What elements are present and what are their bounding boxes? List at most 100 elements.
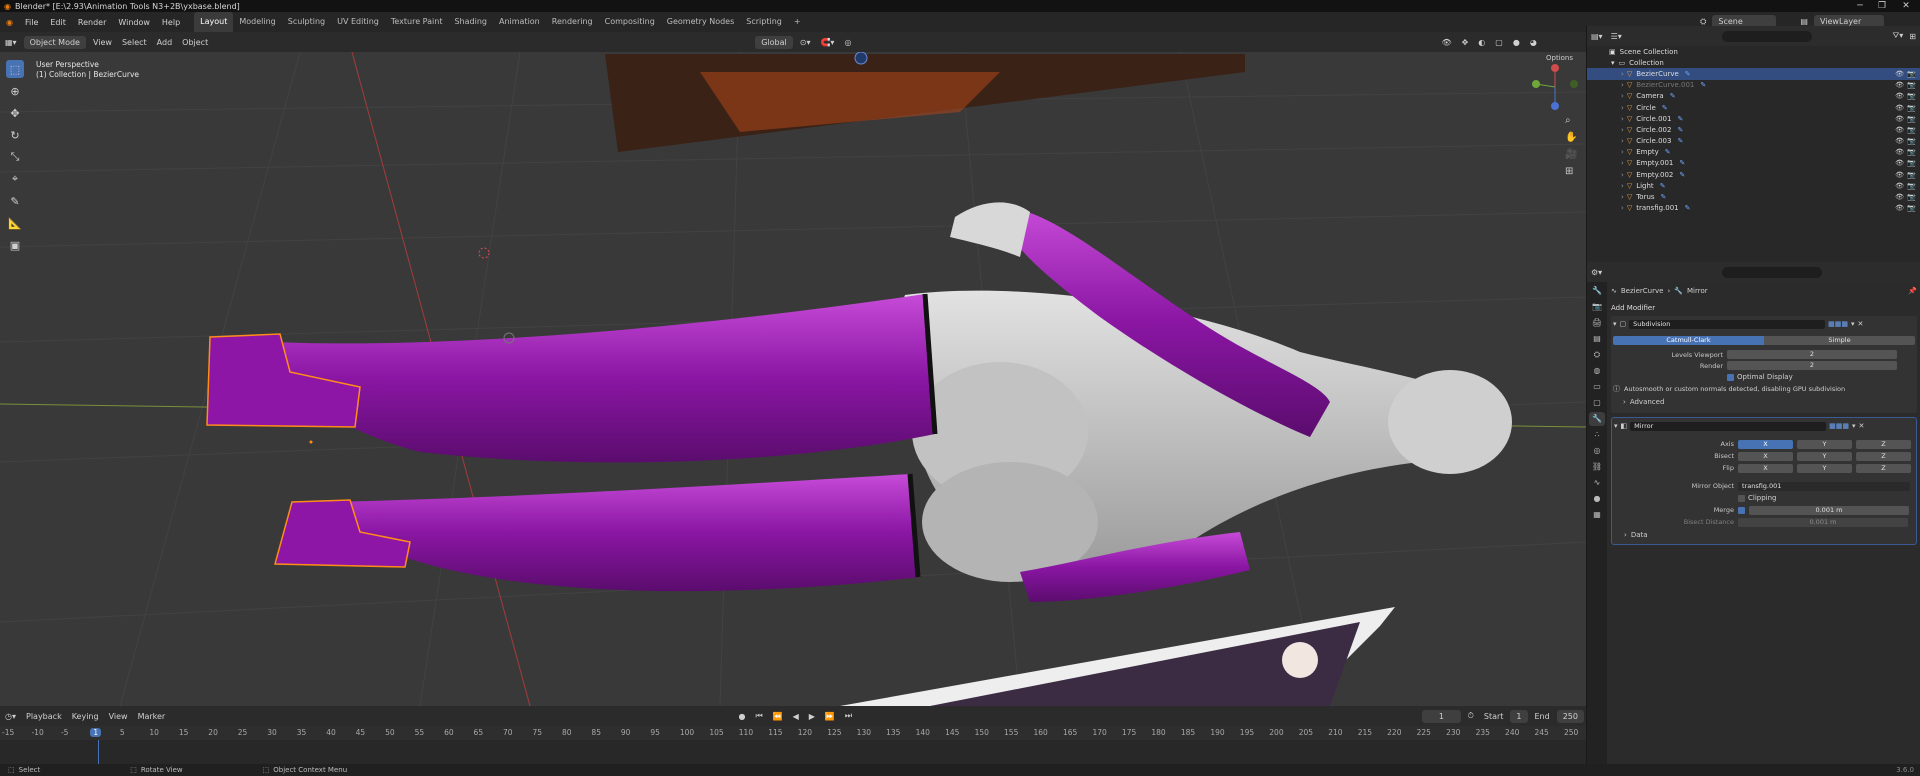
outliner-item[interactable]: › ▽ Light ✎ 👁 📷 bbox=[1587, 180, 1920, 191]
xray-icon[interactable]: ▢ bbox=[1490, 37, 1508, 48]
tab-geometry-nodes[interactable]: Geometry Nodes bbox=[661, 12, 740, 32]
snap-icon[interactable]: 🧲▾ bbox=[815, 37, 839, 48]
physics-tab-icon[interactable]: ◎ bbox=[1589, 444, 1605, 458]
visibility-eye-icon[interactable]: 👁 bbox=[1895, 104, 1904, 112]
menu-playback[interactable]: Playback bbox=[21, 711, 67, 722]
menu-render[interactable]: Render bbox=[72, 18, 112, 27]
visibility-eye-icon[interactable]: 👁 bbox=[1895, 137, 1904, 145]
boot-upper[interactable] bbox=[215, 294, 935, 463]
navigation-gizmo[interactable] bbox=[1530, 62, 1580, 112]
pivot-icon[interactable]: ⊙▾ bbox=[795, 37, 816, 48]
expand-icon[interactable]: › bbox=[1621, 137, 1624, 145]
merge-checkbox[interactable] bbox=[1738, 506, 1745, 514]
expand-icon[interactable]: › bbox=[1621, 81, 1624, 89]
prev-key-icon[interactable]: ⏪ bbox=[768, 711, 788, 722]
constraints-tab-icon[interactable]: ⛓ bbox=[1589, 460, 1605, 474]
remove-modifier-icon[interactable]: ✕ bbox=[1859, 422, 1865, 430]
measure-tool-icon[interactable]: 📐 bbox=[6, 214, 24, 232]
timeline-area[interactable]: -15 -10 -5 1 5 10 15 20 25 30 35 40 45 50 55 60 65 70 75 80… bbox=[0, 726, 1586, 764]
transform-orientation[interactable]: Global bbox=[755, 35, 793, 49]
move-tool-icon[interactable]: ✥ bbox=[6, 104, 24, 122]
expand-icon[interactable]: › bbox=[1621, 70, 1624, 78]
start-frame-field[interactable]: 1 bbox=[1510, 709, 1528, 723]
minimize-icon[interactable]: ─ bbox=[1850, 0, 1870, 12]
mode-selector[interactable]: Object Mode bbox=[23, 35, 86, 49]
outliner-item[interactable]: › ▽ BezierCurve.001 ✎ 👁 📷 bbox=[1587, 80, 1920, 91]
timeline-ruler[interactable]: -15 -10 -5 1 5 10 15 20 25 30 35 40 45 50 55 60 65 70 75 80… bbox=[0, 726, 1586, 740]
menu-file[interactable]: File bbox=[19, 18, 44, 27]
tab-compositing[interactable]: Compositing bbox=[599, 12, 661, 32]
modifier-tab-icon[interactable]: 🔧 bbox=[1589, 412, 1605, 426]
clipping-checkbox[interactable] bbox=[1738, 494, 1745, 502]
axis-x-toggle[interactable]: X bbox=[1738, 439, 1793, 449]
bisect-z-toggle[interactable]: Z bbox=[1856, 451, 1911, 461]
end-frame-field[interactable]: 250 bbox=[1556, 709, 1584, 723]
outliner-item[interactable]: › ▽ Circle.001 ✎ 👁 📷 bbox=[1587, 113, 1920, 124]
boot-lower[interactable] bbox=[295, 474, 920, 592]
timeline-editor-icon[interactable]: ◷▾ bbox=[0, 711, 21, 722]
outliner-item[interactable]: › ▽ Empty.002 ✎ 👁 📷 bbox=[1587, 169, 1920, 180]
visibility-eye-icon[interactable]: 👁 bbox=[1895, 70, 1904, 78]
pin-icon[interactable]: 📌 bbox=[1908, 287, 1917, 295]
data-subpanel[interactable]: › Data bbox=[1614, 528, 1914, 542]
tab-layout[interactable]: Layout bbox=[194, 12, 234, 32]
play-reverse-icon[interactable]: ◀ bbox=[788, 711, 804, 722]
visibility-eye-icon[interactable]: 👁 bbox=[1895, 182, 1904, 190]
menu-help[interactable]: Help bbox=[156, 18, 186, 27]
outliner-item[interactable]: › ▽ Circle.002 ✎ 👁 📷 bbox=[1587, 124, 1920, 135]
outliner-item[interactable]: › ▽ Circle ✎ 👁 📷 bbox=[1587, 102, 1920, 113]
menu-edit[interactable]: Edit bbox=[44, 18, 72, 27]
viewport-scene[interactable] bbox=[0, 32, 1586, 706]
rotate-tool-icon[interactable]: ↻ bbox=[6, 126, 24, 144]
outliner-item[interactable]: › ▽ Camera ✎ 👁 📷 bbox=[1587, 91, 1920, 102]
menu-view[interactable]: View bbox=[88, 37, 117, 48]
visibility-eye-icon[interactable]: 👁 bbox=[1895, 171, 1904, 179]
dropdown-icon[interactable]: ▾ bbox=[1851, 320, 1855, 328]
mirror-name-field[interactable]: Mirror bbox=[1630, 421, 1827, 431]
scene-tab-icon[interactable]: ⛭ bbox=[1589, 348, 1605, 362]
filter-icon[interactable]: ⛛▾ bbox=[1893, 31, 1904, 41]
transform-tool-icon[interactable]: ⌖ bbox=[6, 170, 24, 188]
properties-editor-icon[interactable]: ⚙▾ bbox=[1591, 268, 1602, 277]
remove-modifier-icon[interactable]: ✕ bbox=[1858, 320, 1864, 328]
world-tab-icon[interactable]: ◍ bbox=[1589, 364, 1605, 378]
render-levels-field[interactable]: 2 bbox=[1727, 361, 1897, 370]
render-camera-icon[interactable]: 📷 bbox=[1907, 70, 1916, 78]
tab-modeling[interactable]: Modeling bbox=[233, 12, 281, 32]
ortho-grid-icon[interactable]: ⊞ bbox=[1565, 163, 1577, 180]
visibility-eye-icon[interactable]: 👁 bbox=[1895, 204, 1904, 212]
advanced-subpanel[interactable]: › Advanced bbox=[1613, 395, 1915, 409]
tab-sculpting[interactable]: Sculpting bbox=[282, 12, 331, 32]
properties-search-input[interactable] bbox=[1722, 266, 1823, 278]
expand-icon[interactable]: › bbox=[1621, 171, 1624, 179]
add-modifier-button[interactable]: Add Modifier bbox=[1611, 300, 1917, 316]
optimal-display-checkbox[interactable] bbox=[1727, 373, 1734, 381]
view-layer-tab-icon[interactable]: ▤ bbox=[1589, 332, 1605, 346]
character-head[interactable] bbox=[1388, 370, 1512, 474]
new-collection-icon[interactable]: ⊞ bbox=[1909, 32, 1916, 41]
tab-texture-paint[interactable]: Texture Paint bbox=[385, 12, 449, 32]
outliner-item[interactable]: › ▽ Empty ✎ 👁 📷 bbox=[1587, 147, 1920, 158]
play-icon[interactable]: ▶ bbox=[804, 711, 820, 722]
flip-y-toggle[interactable]: Y bbox=[1797, 463, 1852, 473]
expand-icon[interactable]: › bbox=[1621, 126, 1624, 134]
shading-material-icon[interactable]: ◕ bbox=[1525, 37, 1542, 48]
outliner-scene-collection[interactable]: ▣ Scene Collection bbox=[1587, 46, 1920, 57]
menu-window[interactable]: Window bbox=[112, 18, 156, 27]
outliner-item[interactable]: › ▽ Circle.003 ✎ 👁 📷 bbox=[1587, 136, 1920, 147]
material-tab-icon[interactable]: ● bbox=[1589, 492, 1605, 506]
zoom-icon[interactable]: ⌕ bbox=[1565, 112, 1577, 129]
edit-mode-toggle-icon[interactable]: ▦▦▦ bbox=[1829, 422, 1849, 430]
expand-icon[interactable]: › bbox=[1621, 148, 1624, 156]
add-workspace-button[interactable]: + bbox=[788, 12, 807, 32]
merge-distance-field[interactable]: 0.001 m bbox=[1749, 505, 1909, 515]
3d-viewport[interactable]: ▦▾ Object Mode View Select Add Object Gl… bbox=[0, 32, 1586, 706]
tab-rendering[interactable]: Rendering bbox=[546, 12, 599, 32]
collapse-icon[interactable]: ▾ bbox=[1613, 320, 1617, 328]
render-camera-icon[interactable]: 📷 bbox=[1907, 159, 1916, 167]
pan-hand-icon[interactable]: ✋ bbox=[1565, 129, 1577, 146]
jump-start-icon[interactable]: ⏮ bbox=[750, 710, 767, 722]
simple-button[interactable]: Simple bbox=[1764, 336, 1915, 345]
menu-keying[interactable]: Keying bbox=[67, 711, 104, 722]
visibility-eye-icon[interactable]: 👁 bbox=[1895, 148, 1904, 156]
